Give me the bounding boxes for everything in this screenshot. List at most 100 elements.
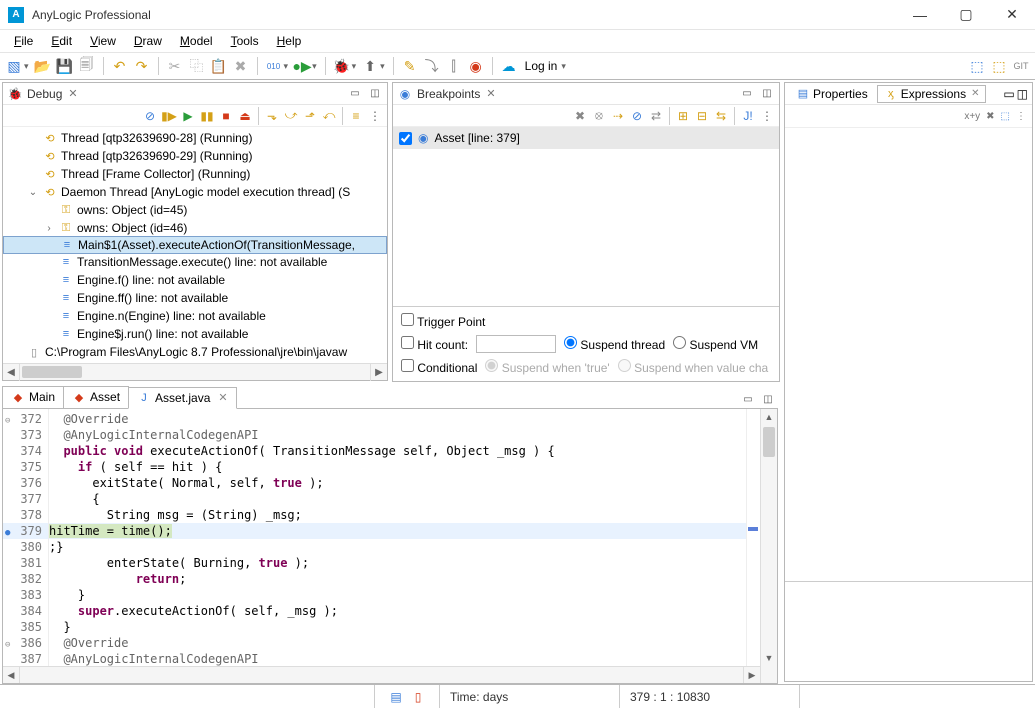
remove-all-icon[interactable]: ⦻ (591, 108, 607, 124)
menu-view[interactable]: View (82, 32, 124, 50)
resume-all-icon[interactable]: ▶ (180, 108, 196, 124)
thread-row[interactable]: ⟲Thread [qtp32639690-28] (Running) (3, 129, 387, 147)
close-icon[interactable]: ✕ (971, 88, 979, 99)
skip-breakpoints-icon[interactable]: ⊘ (142, 108, 158, 124)
close-button[interactable]: ✕ (989, 0, 1035, 30)
redo-icon[interactable]: ↷ (132, 56, 152, 76)
copy-icon[interactable]: ⿻ (187, 56, 207, 76)
code-editor[interactable]: 372⊖ 373374375376377378 379● 38038138238… (2, 409, 778, 684)
menu-edit[interactable]: Edit (43, 32, 80, 50)
delete-icon[interactable]: ✖ (231, 56, 251, 76)
terminate-icon[interactable]: ■ (218, 108, 234, 124)
stack-frame-row[interactable]: ≡Engine.n(Engine) line: not available (3, 307, 387, 325)
breakpoints-list[interactable]: ◉ Asset [line: 379] (393, 127, 779, 306)
collapse-all-icon[interactable]: ⊟ (694, 108, 710, 124)
menu-tools[interactable]: Tools (223, 32, 267, 50)
expression-detail-area[interactable] (785, 581, 1032, 681)
smart-insert-icon[interactable]: ▯ (409, 688, 427, 706)
menu-model[interactable]: Model (172, 32, 221, 50)
editor-horizontal-scrollbar[interactable]: ◀ ▶ (3, 666, 760, 683)
skip-all-icon[interactable]: ⊘ (629, 108, 645, 124)
link-icon[interactable]: ⇄ (648, 108, 664, 124)
stack-frame-row[interactable]: ≡TransitionMessage.execute() line: not a… (3, 253, 387, 271)
goto-icon[interactable]: ⇢ (610, 108, 626, 124)
paste-icon[interactable]: 📋 (209, 56, 229, 76)
suspend-thread-radio[interactable]: Suspend thread (564, 336, 665, 352)
scroll-down-icon[interactable]: ▼ (761, 649, 777, 666)
perspective-git-icon[interactable]: GIT (1011, 56, 1031, 76)
add-exception-icon[interactable]: J! (740, 108, 756, 124)
remove-expression-icon[interactable]: ✖ (986, 111, 994, 122)
view-menu-icon[interactable]: ⋮ (367, 108, 383, 124)
expand-icon[interactable]: › (43, 223, 55, 234)
view-menu-icon[interactable]: ⋮ (759, 108, 775, 124)
step-into-icon[interactable]: ⬎ (264, 108, 280, 124)
minimize-editor-icon[interactable]: ▭ (740, 392, 756, 408)
scroll-left-icon[interactable]: ◀ (3, 667, 20, 683)
expand-all-icon[interactable]: ⊞ (675, 108, 691, 124)
thread-row[interactable]: ⟲Thread [qtp32639690-29] (Running) (3, 147, 387, 165)
vertical-scrollbar[interactable]: ▲ ▼ (760, 409, 777, 683)
expressions-tab[interactable]: ᶍExpressions✕ (877, 85, 987, 103)
perspective-model-icon[interactable]: ⬚ (967, 56, 987, 76)
maximize-button[interactable]: ▢ (943, 0, 989, 30)
suspend-icon[interactable]: ▮▮ (199, 108, 215, 124)
process-row[interactable]: ▯C:\Program Files\AnyLogic 8.7 Professio… (3, 343, 387, 361)
step-over-icon[interactable]: ⤵ (422, 56, 442, 76)
export-icon[interactable]: ⬆ (360, 56, 380, 76)
cut-icon[interactable]: ✂ (165, 56, 185, 76)
expressions-area[interactable] (785, 127, 1032, 581)
stack-frame-row[interactable]: ≡Engine.f() line: not available (3, 271, 387, 289)
new-expression-icon[interactable]: x+y (964, 111, 980, 122)
stack-frame-row[interactable]: ≡Main$1(Asset).executeActionOf(Transitio… (3, 236, 387, 254)
maximize-panel-icon[interactable]: ◫ (367, 86, 383, 102)
trigger-point-checkbox[interactable]: Trigger Point (401, 313, 485, 329)
collapse-icon[interactable]: ⌄ (27, 187, 39, 198)
remove-icon[interactable]: ✖ (572, 108, 588, 124)
suspend-vm-radio[interactable]: Suspend VM (673, 336, 758, 352)
resume-icon[interactable]: ▮▶ (161, 108, 177, 124)
writable-icon[interactable]: ▤ (387, 688, 405, 706)
minimize-panel-icon[interactable]: ▭ (1003, 87, 1014, 101)
step-return-icon[interactable]: ⬏ (302, 108, 318, 124)
lifebuoy-icon[interactable]: ◉ (466, 56, 486, 76)
stack-frame-row[interactable]: ≡Engine$j.run() line: not available (3, 325, 387, 343)
hit-count-checkbox[interactable]: Hit count: (401, 336, 468, 352)
collapse-icon[interactable]: ⬚ (1001, 111, 1010, 122)
undo-icon[interactable]: ↶ (110, 56, 130, 76)
owns-row[interactable]: ›⚿owns: Object (id=46) (3, 219, 387, 237)
use-step-filters-icon[interactable]: ≡ (348, 108, 364, 124)
wand-icon[interactable]: ✎ (400, 56, 420, 76)
close-icon[interactable]: ✕ (486, 87, 495, 100)
line-gutter[interactable]: 372⊖ 373374375376377378 379● 38038138238… (3, 409, 49, 683)
view-menu-icon[interactable]: ⋮ (1016, 111, 1026, 122)
overview-ruler[interactable] (746, 409, 760, 683)
menu-help[interactable]: Help (269, 32, 310, 50)
editor-tab[interactable]: ◆Asset (63, 386, 129, 408)
code-area[interactable]: @Override @AnyLogicInternalCodegenAPI pu… (49, 409, 746, 683)
cloud-icon[interactable]: ☁ (499, 56, 519, 76)
save-all-icon[interactable]: 🗐 (77, 56, 97, 76)
close-icon[interactable]: ✕ (68, 87, 77, 100)
breakpoint-item[interactable]: ◉ Asset [line: 379] (393, 127, 779, 149)
menu-file[interactable]: File (6, 32, 41, 50)
open-icon[interactable]: 📂 (33, 56, 53, 76)
perspective-debug-icon[interactable]: ⬚ (989, 56, 1009, 76)
login-label[interactable]: Log in (525, 59, 558, 73)
horizontal-scrollbar[interactable]: ◀ ▶ (3, 363, 387, 380)
run-icon[interactable]: ●▶ (292, 56, 312, 76)
minimize-panel-icon[interactable]: ▭ (739, 86, 755, 102)
editor-tab[interactable]: JAsset.java✕ (128, 387, 237, 409)
maximize-editor-icon[interactable]: ◫ (760, 392, 776, 408)
step-over2-icon[interactable]: ⤻ (283, 108, 299, 124)
properties-tab[interactable]: ▤Properties (789, 85, 875, 103)
debug-icon[interactable]: 🐞 (332, 56, 352, 76)
group-by-icon[interactable]: ⇆ (713, 108, 729, 124)
owns-row[interactable]: ⚿owns: Object (id=45) (3, 201, 387, 219)
daemon-thread-row[interactable]: ⌄⟲Daemon Thread [AnyLogic model executio… (3, 183, 387, 201)
maximize-panel-icon[interactable]: ◫ (759, 86, 775, 102)
build-icon[interactable]: 010 (264, 56, 284, 76)
stack-frame-row[interactable]: ≡Engine.ff() line: not available (3, 289, 387, 307)
drop-frame-icon[interactable]: ⤺ (321, 108, 337, 124)
hit-count-input[interactable] (476, 335, 556, 353)
